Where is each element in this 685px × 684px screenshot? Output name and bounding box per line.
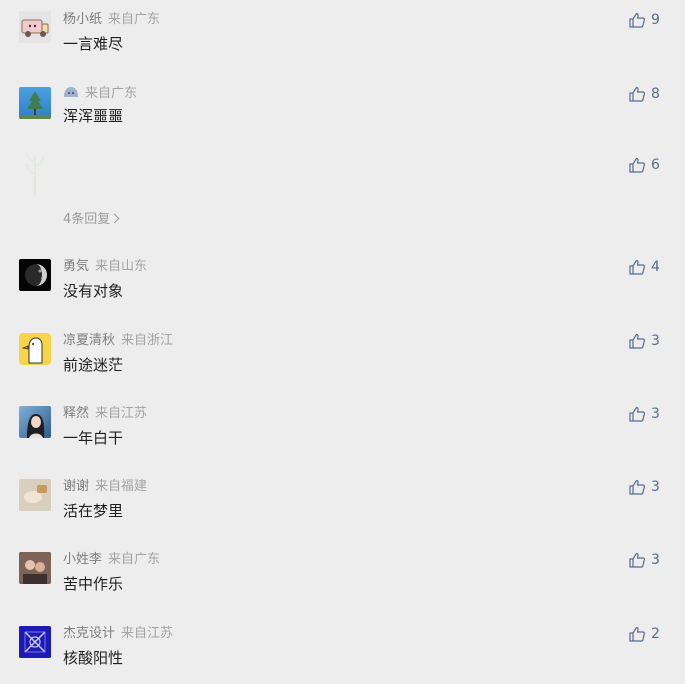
like-count: 6: [651, 157, 660, 173]
user-name[interactable]: 释然: [63, 406, 89, 421]
avatar[interactable]: [19, 259, 51, 291]
comment-text: 一言难尽: [63, 35, 124, 53]
comment-item: 释然 来自江苏 一年白干 3: [0, 405, 685, 465]
like-count: 3: [651, 406, 660, 422]
avatar[interactable]: [19, 406, 51, 438]
truck-avatar-image: [21, 19, 49, 37]
thumbs-up-icon: [629, 157, 645, 173]
avatar[interactable]: [19, 148, 51, 196]
comment-item: 杨小纸 来自广东 一言难尽 9: [0, 11, 685, 71]
couple-avatar-image: [19, 552, 51, 584]
user-name[interactable]: 凉夏清秋: [63, 333, 115, 348]
comment-text: 前途迷茫: [63, 356, 124, 374]
user-name[interactable]: 小姓李: [63, 552, 102, 567]
like-count: 2: [651, 626, 660, 642]
user-name[interactable]: 谢谢: [63, 479, 89, 494]
hand-avatar-image: [19, 479, 51, 511]
comment-text: 苦中作乐: [63, 575, 124, 593]
comment-item: 杰克设计 来自江苏 核酸阳性 2: [0, 625, 685, 684]
comment-item: 凉夏清秋 来自浙江 前途迷茫 3: [0, 332, 685, 392]
comment-meta: 释然 来自江苏: [63, 405, 147, 423]
like-button[interactable]: 3: [628, 478, 660, 496]
like-button[interactable]: 6: [628, 156, 660, 174]
like-count: 8: [651, 86, 660, 102]
like-count: 3: [651, 333, 660, 349]
like-button[interactable]: 3: [628, 405, 660, 423]
avatar[interactable]: [19, 87, 51, 119]
thumbs-up-icon: [629, 259, 645, 275]
thumbs-up-icon: [629, 333, 645, 349]
user-location: 来自江苏: [95, 406, 148, 421]
avatar-emoji-icon: [63, 86, 79, 98]
like-count: 3: [651, 552, 660, 568]
chevron-right-icon: [109, 213, 120, 224]
tree-avatar-image: [19, 91, 51, 119]
comment-item: 小姓李 来自广东 苦中作乐 3: [0, 551, 685, 611]
comment-meta: 凉夏清秋 来自浙江: [63, 332, 173, 350]
thumbs-up-icon: [629, 406, 645, 422]
user-location: 来自福建: [95, 479, 148, 494]
user-location: 来自广东: [85, 86, 138, 101]
comment-item: 来自广东 浑浑噩噩 8: [0, 85, 685, 145]
user-location: 来自山东: [95, 259, 148, 274]
moon-avatar-image: [25, 264, 47, 286]
user-location: 来自江苏: [121, 626, 174, 641]
duck-avatar-image: [21, 337, 43, 364]
user-name[interactable]: 杰克设计: [63, 626, 115, 641]
comment-meta: 杰克设计 来自江苏: [63, 625, 173, 643]
comment-item: 勇気 来自山东 没有对象 4: [0, 258, 685, 318]
comment-text: 活在梦里: [63, 502, 124, 520]
comment-meta: 小姓李 来自广东: [63, 551, 160, 569]
avatar[interactable]: [19, 479, 51, 511]
user-location: 来自广东: [108, 12, 161, 27]
comment-item: 谢谢 来自福建 活在梦里 3: [0, 478, 685, 538]
comment-item: 6 4条回复: [0, 148, 685, 238]
avatar[interactable]: [19, 333, 51, 365]
comment-meta: 来自广东: [63, 85, 137, 103]
like-button[interactable]: 8: [628, 85, 660, 103]
avatar[interactable]: [19, 552, 51, 584]
user-location: 来自浙江: [121, 333, 174, 348]
thumbs-up-icon: [629, 86, 645, 102]
comment-text: 核酸阳性: [63, 649, 124, 667]
like-button[interactable]: 4: [628, 258, 660, 276]
comment-meta: 勇気 来自山东: [63, 258, 147, 276]
thumbs-up-icon: [629, 552, 645, 568]
replies-link[interactable]: 4条回复: [63, 208, 120, 227]
like-button[interactable]: 3: [628, 332, 660, 350]
girl-avatar-image: [27, 414, 45, 438]
pattern-avatar-image: [19, 626, 51, 658]
user-location: 来自广东: [108, 552, 161, 567]
comment-meta: 杨小纸 来自广东: [63, 11, 160, 29]
replies-count: 4条回复: [63, 212, 111, 227]
user-name[interactable]: 勇気: [63, 259, 89, 274]
thumbs-up-icon: [629, 626, 645, 642]
user-name[interactable]: 杨小纸: [63, 12, 102, 27]
comment-text: 一年白干: [63, 429, 124, 447]
comment-text: 没有对象: [63, 282, 124, 300]
thumbs-up-icon: [629, 479, 645, 495]
like-button[interactable]: 2: [628, 625, 660, 643]
thumbs-up-icon: [629, 12, 645, 28]
avatar[interactable]: [19, 626, 51, 658]
comment-text: 浑浑噩噩: [63, 107, 124, 125]
plant-avatar-image: [25, 151, 45, 196]
like-button[interactable]: 9: [628, 11, 660, 29]
like-count: 9: [651, 12, 660, 28]
like-count: 3: [651, 479, 660, 495]
like-count: 4: [651, 259, 660, 275]
comment-meta: 谢谢 来自福建: [63, 478, 147, 496]
avatar[interactable]: [19, 11, 51, 43]
like-button[interactable]: 3: [628, 551, 660, 569]
